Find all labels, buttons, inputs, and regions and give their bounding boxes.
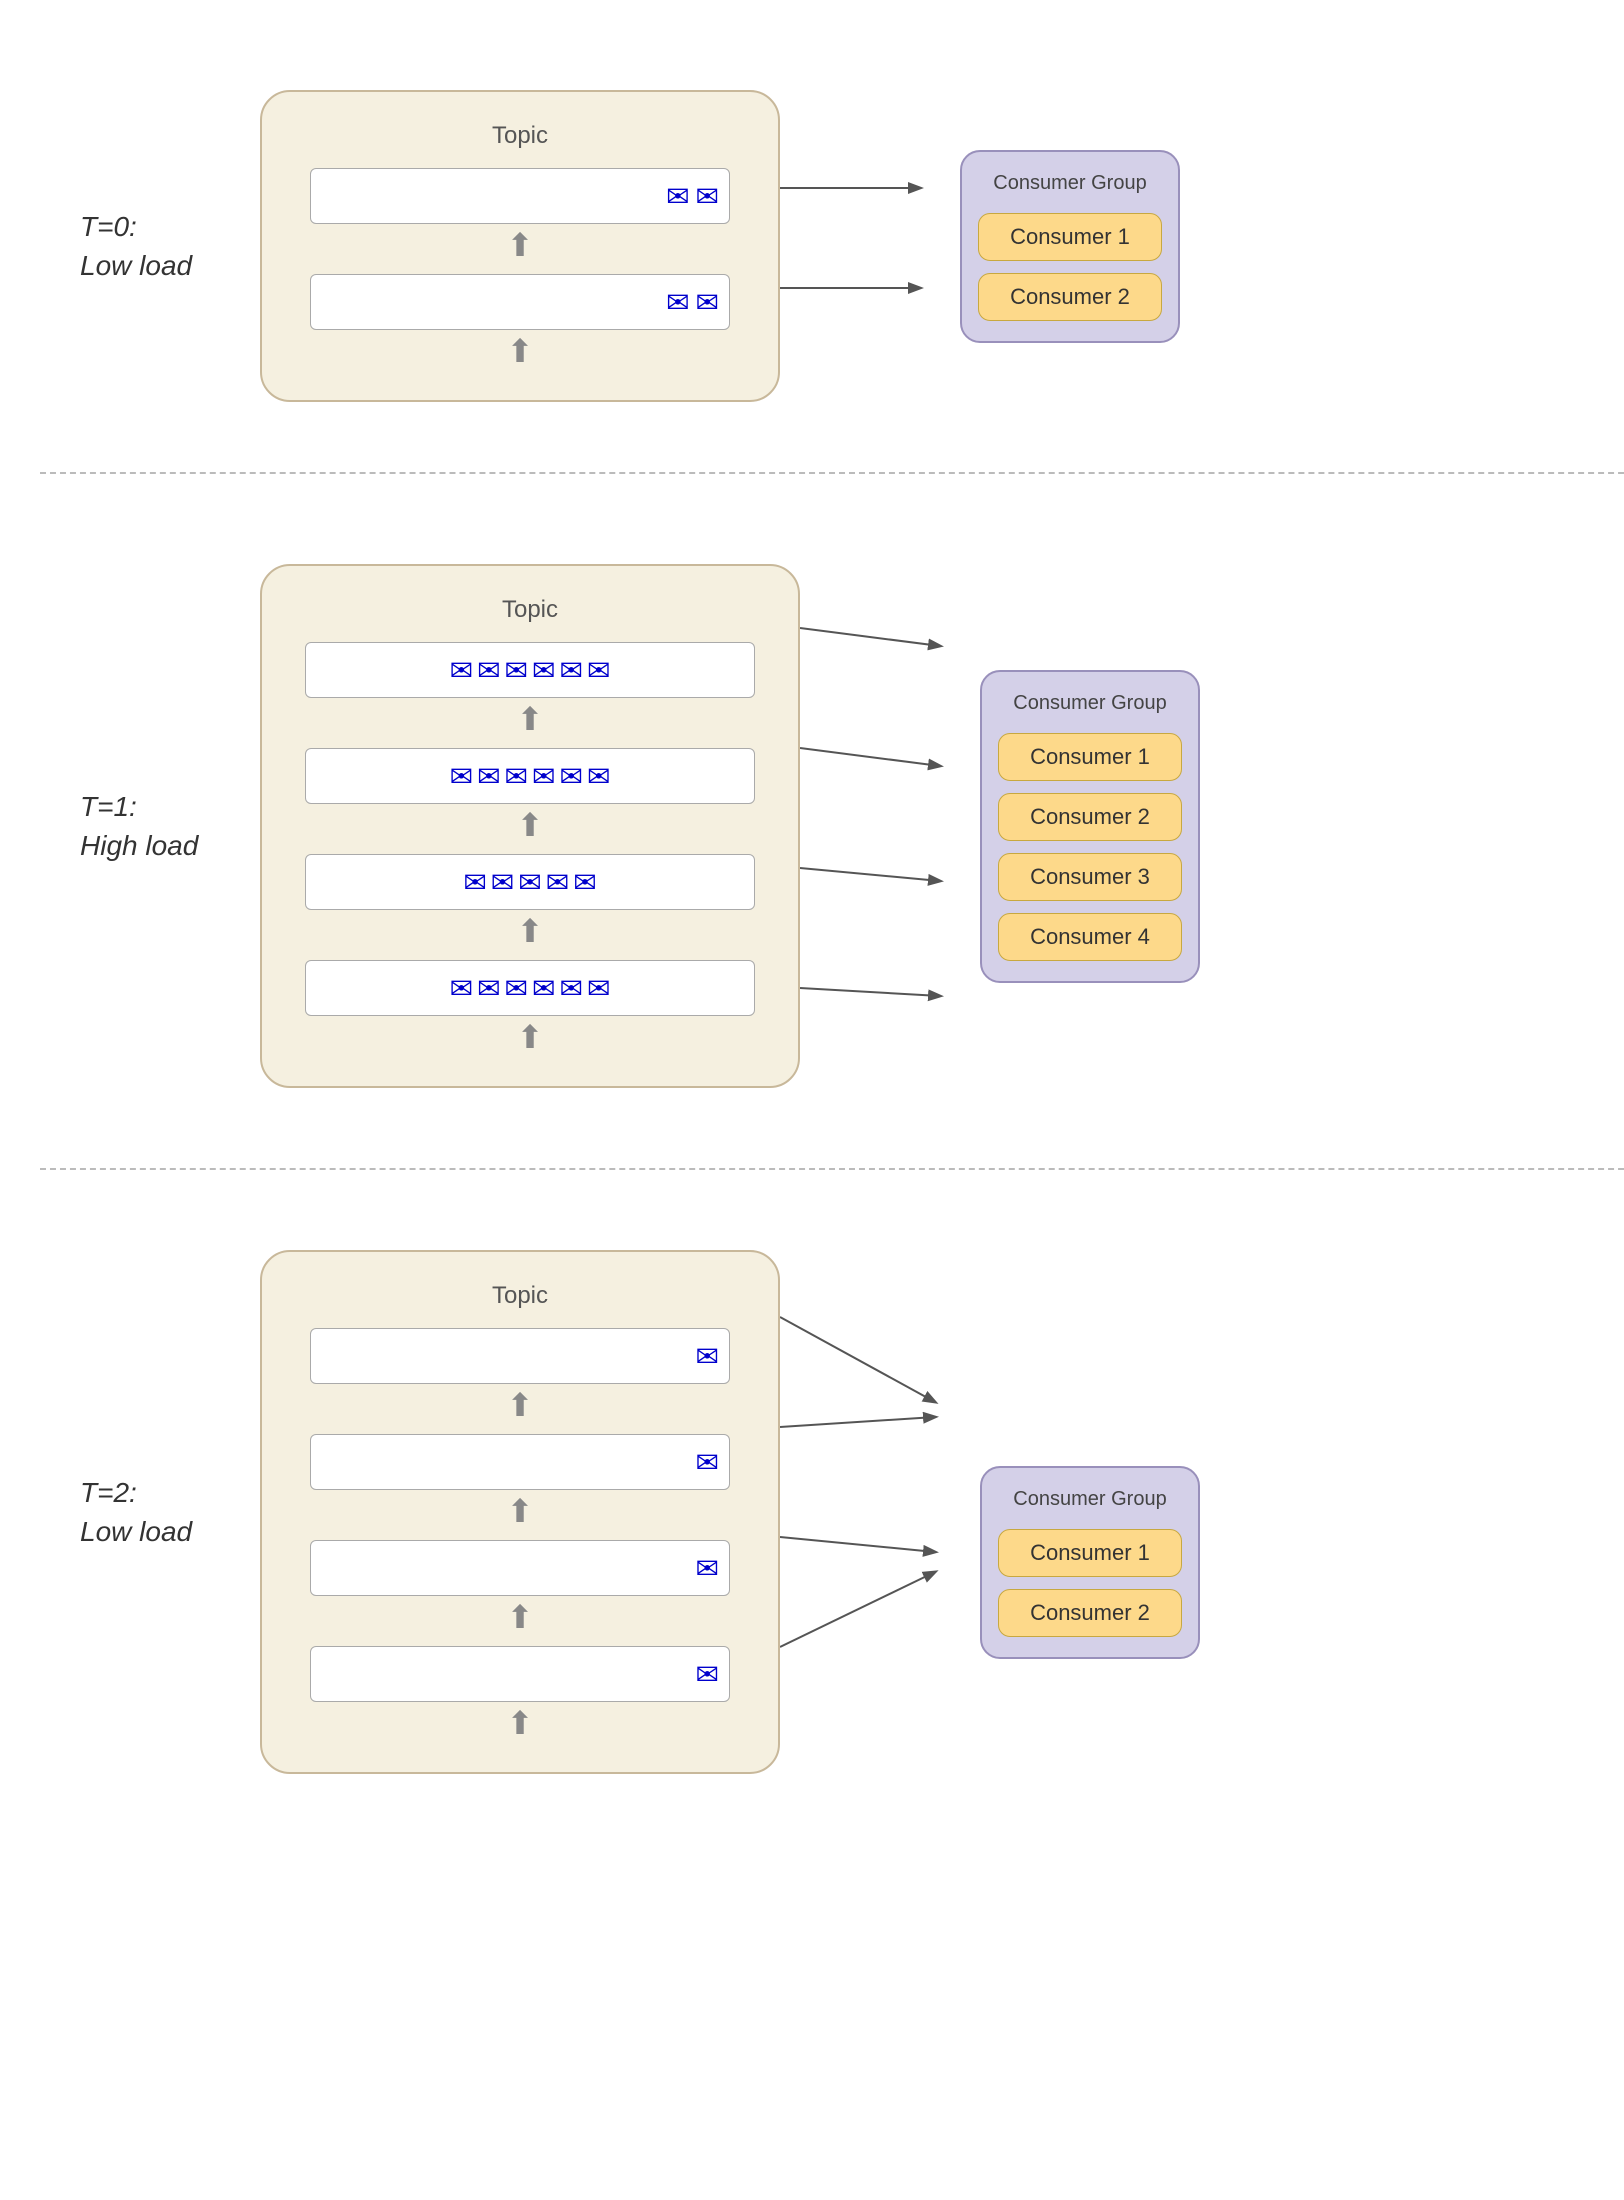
label-line2-t1: High load <box>80 830 198 861</box>
topic-title-t2: Topic <box>292 1282 748 1310</box>
consumer-1-t0: Consumer 1 <box>978 213 1162 261</box>
section-label-t2: T=2: Low load <box>80 1473 240 1551</box>
arrow-up-1-t0: ⬆ <box>507 332 534 370</box>
consumer-group-label-t2: Consumer Group <box>998 1488 1182 1511</box>
arrow-up-0-t2: ⬆ <box>507 1386 534 1424</box>
label-line1-t1: T=1: <box>80 791 137 822</box>
partition-row-2-t2: ✉ ⬆ <box>292 1540 748 1640</box>
consumer-group-label-t0: Consumer Group <box>978 172 1162 195</box>
envelope-icon: ✉ <box>666 180 689 213</box>
partition-1-t1: ✉ ✉ ✉ ✉ ✉ ✉ <box>305 748 755 804</box>
label-line2-t0: Low load <box>80 250 192 281</box>
consumer-group-label-t1: Consumer Group <box>998 692 1182 715</box>
arrow-up-0-t0: ⬆ <box>507 226 534 264</box>
connector-svg-t2 <box>780 1262 980 1762</box>
consumer-4-t1: Consumer 4 <box>998 913 1182 961</box>
section-t1: T=1: High load Topic ✉ ✉ ✉ ✉ ✉ ✉ ⬆ <box>0 504 1624 1148</box>
topic-box-t2: Topic ✉ ⬆ ✉ ⬆ ✉ ⬆ <box>260 1250 780 1774</box>
partition-0-t1: ✉ ✉ ✉ ✉ ✉ ✉ <box>305 642 755 698</box>
arrow-up-2-t1: ⬆ <box>517 912 544 950</box>
consumer-2-t2: Consumer 2 <box>998 1589 1182 1637</box>
connector-svg-t1 <box>800 566 980 1086</box>
arrow-up-1-t2: ⬆ <box>507 1492 534 1530</box>
consumer-group-wrapper-t2: Consumer Group Consumer 1 Consumer 2 <box>980 1466 1200 1659</box>
section-label-t1: T=1: High load <box>80 787 240 865</box>
partition-3-t2: ✉ <box>310 1646 730 1702</box>
envelope-icon: ✉ <box>696 180 719 213</box>
partition-row-3-t1: ✉ ✉ ✉ ✉ ✉ ✉ ⬆ <box>292 960 768 1060</box>
consumer-group-t2: Consumer Group Consumer 1 Consumer 2 <box>980 1466 1200 1659</box>
partition-3-t1: ✉ ✉ ✉ ✉ ✉ ✉ <box>305 960 755 1016</box>
consumer-3-t1: Consumer 3 <box>998 853 1182 901</box>
partition-row-3-t2: ✉ ⬆ <box>292 1646 748 1746</box>
consumer-1-t1: Consumer 1 <box>998 733 1182 781</box>
arrow-up-3-t1: ⬆ <box>517 1018 544 1056</box>
consumer-2-t0: Consumer 2 <box>978 273 1162 321</box>
consumer-1-t2: Consumer 1 <box>998 1529 1182 1577</box>
arrow-up-0-t1: ⬆ <box>517 700 544 738</box>
topic-box-t1: Topic ✉ ✉ ✉ ✉ ✉ ✉ ⬆ ✉ ✉ ✉ ✉ <box>260 564 800 1088</box>
envelope-icon: ✉ <box>666 286 689 319</box>
divider-1 <box>40 472 1624 474</box>
connector-svg-t0 <box>780 136 960 356</box>
consumer-2-t1: Consumer 2 <box>998 793 1182 841</box>
partition-2-t1: ✉ ✉ ✉ ✉ ✉ <box>305 854 755 910</box>
label-line1-t2: T=2: <box>80 1477 137 1508</box>
partition-1-t2: ✉ <box>310 1434 730 1490</box>
partition-row-1-t2: ✉ ⬆ <box>292 1434 748 1534</box>
partition-row-1-t1: ✉ ✉ ✉ ✉ ✉ ✉ ⬆ <box>292 748 768 848</box>
consumer-group-t0: Consumer Group Consumer 1 Consumer 2 <box>960 150 1180 343</box>
section-t2: T=2: Low load Topic ✉ ⬆ ✉ ⬆ <box>0 1190 1624 1854</box>
partition-0-t2: ✉ <box>310 1328 730 1384</box>
partition-row-0-t0: ✉ ✉ ⬆ <box>292 168 748 268</box>
section-t0: T=0: Low load Topic ✉ ✉ ⬆ ✉ ✉ ⬆ <box>0 0 1624 442</box>
partition-2-t2: ✉ <box>310 1540 730 1596</box>
partition-row-1-t0: ✉ ✉ ⬆ <box>292 274 748 374</box>
envelope-icon: ✉ <box>696 286 719 319</box>
partition-row-0-t2: ✉ ⬆ <box>292 1328 748 1428</box>
section-label-t0: T=0: Low load <box>80 207 240 285</box>
partition-row-2-t1: ✉ ✉ ✉ ✉ ✉ ⬆ <box>292 854 768 954</box>
partition-0-t0: ✉ ✉ <box>310 168 730 224</box>
divider-2 <box>40 1168 1624 1170</box>
consumer-group-t1: Consumer Group Consumer 1 Consumer 2 Con… <box>980 670 1200 983</box>
partition-row-0-t1: ✉ ✉ ✉ ✉ ✉ ✉ ⬆ <box>292 642 768 742</box>
label-line2-t2: Low load <box>80 1516 192 1547</box>
label-line1-t0: T=0: <box>80 211 137 242</box>
arrow-up-3-t2: ⬆ <box>507 1704 534 1742</box>
topic-title-t0: Topic <box>292 122 748 150</box>
topic-title-t1: Topic <box>292 596 768 624</box>
arrow-up-1-t1: ⬆ <box>517 806 544 844</box>
topic-box-t0: Topic ✉ ✉ ⬆ ✉ ✉ ⬆ <box>260 90 780 402</box>
arrow-up-2-t2: ⬆ <box>507 1598 534 1636</box>
partition-1-t0: ✉ ✉ <box>310 274 730 330</box>
